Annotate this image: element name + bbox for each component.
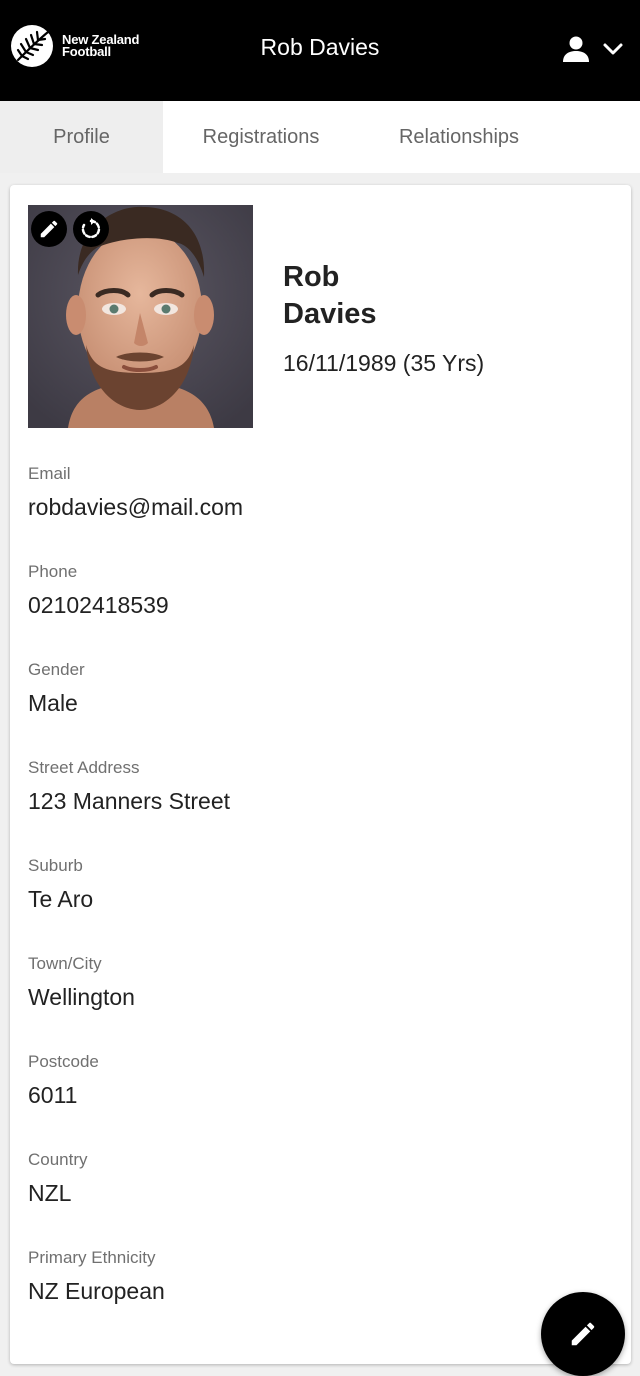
edit-profile-button[interactable] [541, 1292, 625, 1376]
field-value: Male [28, 690, 78, 716]
field-town-city: Town/City Wellington [28, 954, 135, 1010]
field-label: Gender [28, 660, 85, 679]
tab-bar: Profile Registrations Relationships [0, 101, 640, 173]
field-value: NZL [28, 1180, 72, 1206]
profile-name: Rob Davies [283, 259, 377, 333]
user-menu-button[interactable] [562, 32, 624, 66]
field-country: Country NZL [28, 1150, 88, 1206]
field-label: Town/City [28, 954, 102, 973]
field-postcode: Postcode 6011 [28, 1052, 99, 1108]
field-value: Te Aro [28, 886, 94, 912]
chevron-down-icon [603, 43, 623, 55]
rotate-photo-button[interactable] [73, 211, 109, 247]
tab-profile[interactable]: Profile [0, 101, 163, 173]
tab-relationships[interactable]: Relationships [359, 101, 559, 173]
field-value: robdavies@mail.com [28, 494, 244, 520]
field-label: Postcode [28, 1052, 99, 1071]
field-label: Country [28, 1150, 88, 1169]
field-value: 02102418539 [28, 592, 169, 618]
field-gender: Gender Male [28, 660, 85, 716]
date-of-birth: 16/11/1989 (35 Yrs) [283, 350, 485, 376]
edit-photo-button[interactable] [31, 211, 67, 247]
pencil-icon [40, 220, 58, 238]
field-value: NZ European [28, 1278, 165, 1304]
field-value: 123 Manners Street [28, 788, 231, 814]
rotate-icon [81, 218, 101, 239]
last-name: Davies [283, 298, 377, 330]
pencil-icon [571, 1322, 595, 1346]
field-label: Street Address [28, 758, 140, 777]
field-suburb: Suburb Te Aro [28, 856, 93, 912]
user-icon [563, 36, 589, 62]
field-label: Suburb [28, 856, 83, 875]
app-header: New Zealand Football Rob Davies [0, 0, 640, 101]
field-email: Email robdavies@mail.com [28, 464, 243, 520]
field-value: Wellington [28, 984, 135, 1010]
field-label: Email [28, 464, 71, 483]
field-phone: Phone 02102418539 [28, 562, 169, 618]
tab-registrations[interactable]: Registrations [163, 101, 359, 173]
profile-photo [28, 205, 253, 428]
field-label: Phone [28, 562, 78, 581]
field-value: 6011 [28, 1082, 78, 1108]
field-primary-ethnicity: Primary Ethnicity NZ European [28, 1248, 165, 1304]
field-street-address: Street Address 123 Manners Street [28, 758, 230, 814]
first-name: Rob [283, 261, 340, 293]
profile-card: Rob Davies 16/11/1989 (35 Yrs) Email rob… [10, 185, 631, 1364]
page-title: Rob Davies [260, 34, 380, 60]
field-label: Primary Ethnicity [28, 1248, 156, 1267]
